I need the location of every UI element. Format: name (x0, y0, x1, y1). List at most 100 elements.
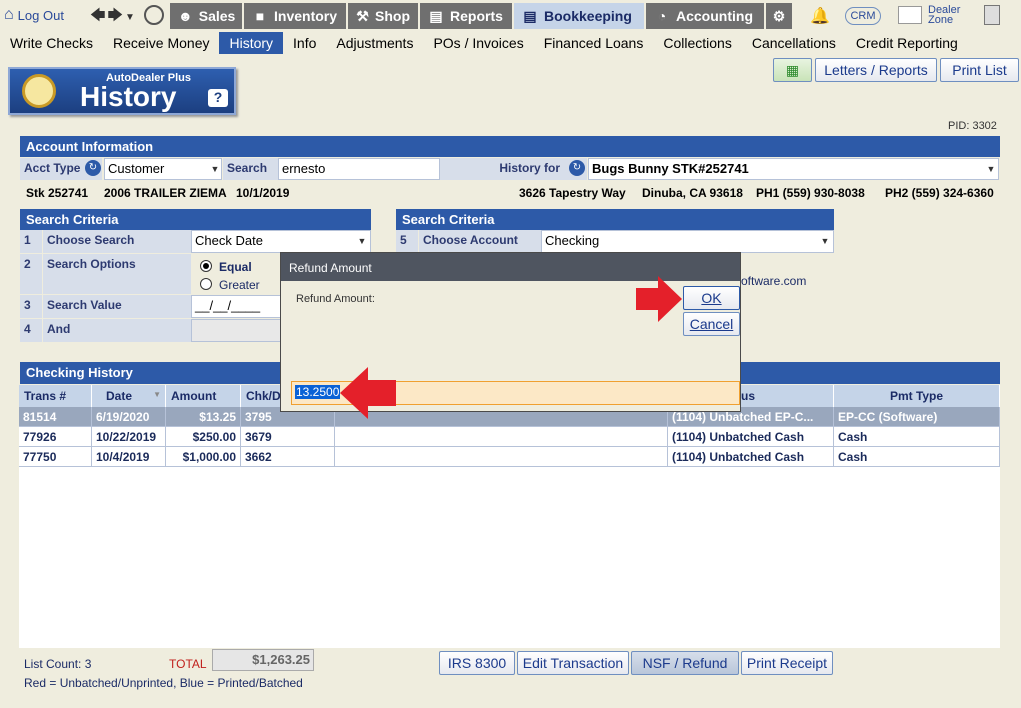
search-criteria-left-header: Search Criteria (20, 209, 371, 230)
trans-cell: 81514 (19, 407, 92, 427)
tab-bookkeeping[interactable]: ▤ Bookkeeping (514, 3, 644, 29)
pid-label: PID: 3302 (948, 120, 997, 132)
menu-write-checks[interactable]: Write Checks (0, 32, 103, 54)
pie-chart-icon: ◔ (657, 8, 667, 24)
legend-text: Red = Unbatched/Unprinted, Blue = Printe… (24, 676, 303, 690)
crm-button[interactable]: CRM (845, 7, 881, 25)
acct-type-select[interactable]: Customer (104, 158, 222, 180)
col-pmt-type[interactable]: Pmt Type (834, 385, 1000, 407)
criteria-number: 4 (20, 319, 42, 342)
nsf-refund-button[interactable]: NSF / Refund (631, 651, 739, 675)
table-row[interactable]: 77750 10/4/2019 $1,000.00 3662 (1104) Un… (19, 447, 1000, 467)
dropdown-arrow-icon[interactable]: ▼ (125, 12, 137, 23)
greater-radio[interactable] (200, 278, 212, 290)
tab-sales[interactable]: ☻ Sales (170, 3, 242, 29)
blank-cell (335, 447, 668, 467)
help-icon[interactable]: ? (208, 89, 228, 107)
choose-search-label: Choose Search (43, 230, 191, 253)
red-arrow-pointer-input (340, 367, 398, 419)
choose-search-select[interactable]: Check Date (191, 230, 371, 253)
gear-icon: ⚙ (772, 8, 786, 24)
user-face-icon[interactable] (144, 5, 164, 25)
search-input[interactable]: ernesto (278, 158, 440, 180)
menu-receive-money[interactable]: Receive Money (103, 32, 220, 54)
settings-tab[interactable]: ⚙ (766, 3, 792, 29)
history-for-label: History for (440, 158, 587, 180)
choose-account-select[interactable]: Checking (541, 230, 834, 253)
book-icon: ▤ (523, 8, 537, 24)
top-nav-bar: ⌂ Log Out 🡄🡆▼ ☻ Sales ■ Inventory ⚒ Shop ▤ R… (0, 0, 1021, 32)
back-arrow-icon[interactable]: 🡄 (90, 7, 108, 24)
letters-reports-button[interactable]: Letters / Reports (815, 58, 937, 82)
date-cell: 10/22/2019 (92, 427, 166, 447)
tab-inventory[interactable]: ■ Inventory (244, 3, 346, 29)
nav-arrows[interactable]: 🡄🡆▼ (90, 5, 137, 30)
tab-reports[interactable]: ▤ Reports (420, 3, 512, 29)
address: 3626 Tapestry Way (519, 186, 626, 200)
salesman-icon: ☻ (178, 8, 193, 24)
chevron-down-icon[interactable]: ▼ (355, 231, 369, 251)
refund-amount-value: 13.2500 (295, 385, 341, 399)
irs-8300-button[interactable]: IRS 8300 (439, 651, 515, 675)
home-icon: ⌂ (4, 6, 14, 23)
red-arrow-pointer-ok (636, 276, 682, 322)
print-receipt-button[interactable]: Print Receipt (741, 651, 833, 675)
greater-option-label: Greater (219, 278, 260, 292)
table-row[interactable]: 77926 10/22/2019 $250.00 3679 (1104) Unb… (19, 427, 1000, 447)
choose-account-label: Choose Account (419, 230, 541, 253)
equal-radio[interactable] (200, 260, 212, 272)
dealer-zone-link[interactable]: Dealer Zone (928, 5, 960, 26)
ok-button[interactable]: OK (683, 286, 740, 310)
refresh-icon[interactable]: ↻ (569, 160, 585, 176)
and-value-input[interactable] (191, 319, 281, 342)
menu-collections[interactable]: Collections (653, 32, 741, 54)
search-label: Search (223, 158, 278, 180)
menu-pos-invoices[interactable]: POs / Invoices (423, 32, 533, 54)
history-for-select[interactable]: Bugs Bunny STK#252741 (588, 158, 999, 180)
col-trans[interactable]: Trans # (19, 385, 92, 407)
city-state-zip: Dinuba, CA 93618 (642, 186, 743, 200)
stock-number: Stk 252741 (26, 186, 89, 200)
menu-financed-loans[interactable]: Financed Loans (534, 32, 654, 54)
menu-history[interactable]: History (219, 32, 284, 54)
menu-credit-reporting[interactable]: Credit Reporting (846, 32, 968, 54)
export-excel-button[interactable]: ▦ (773, 58, 812, 82)
refresh-icon[interactable]: ↻ (85, 160, 101, 176)
col-date[interactable]: Date ▼ (92, 385, 166, 407)
chevron-down-icon[interactable]: ▼ (984, 159, 998, 179)
search-value-input[interactable]: __/__/____ (191, 295, 281, 318)
chk-cell: 3679 (241, 427, 335, 447)
chevron-down-icon[interactable]: ▼ (818, 231, 832, 251)
pmt-type-cell: Cash (834, 427, 1000, 447)
menu-adjustments[interactable]: Adjustments (326, 32, 423, 54)
edit-transaction-button[interactable]: Edit Transaction (517, 651, 629, 675)
forward-arrow-icon[interactable]: 🡆 (108, 7, 126, 24)
amount-cell: $250.00 (166, 427, 241, 447)
page-title: History (80, 81, 177, 112)
trans-cell: 77926 (19, 427, 92, 447)
cancel-button[interactable]: Cancel (683, 312, 740, 336)
dealer-zone-icon[interactable] (898, 6, 922, 24)
pmt-type-cell: Cash (834, 447, 1000, 467)
date-cell: 6/19/2020 (92, 407, 166, 427)
list-count: List Count: 3 (24, 657, 92, 671)
menu-cancellations[interactable]: Cancellations (742, 32, 846, 54)
total-label: TOTAL (169, 657, 207, 671)
status-cell: (1104) Unbatched Cash (668, 447, 834, 467)
print-list-button[interactable]: Print List (940, 58, 1019, 82)
bell-icon[interactable]: 🔔 (810, 6, 830, 26)
chevron-down-icon[interactable]: ▼ (208, 159, 222, 179)
tab-accounting[interactable]: ◔ Accounting (646, 3, 764, 29)
phone-2: PH2 (559) 324-6360 (885, 186, 994, 200)
criteria-number: 3 (20, 295, 42, 318)
calculator-icon[interactable] (984, 5, 1000, 25)
account-info-header: Account Information (20, 136, 1000, 157)
tab-shop[interactable]: ⚒ Shop (348, 3, 418, 29)
col-amount[interactable]: Amount (166, 385, 241, 407)
menu-info[interactable]: Info (283, 32, 326, 54)
logout-link[interactable]: ⌂ Log Out (4, 6, 64, 24)
blank-cell (335, 427, 668, 447)
refund-amount-label: Refund Amount: (296, 293, 375, 305)
sale-date: 10/1/2019 (236, 186, 290, 200)
search-criteria-right-header: Search Criteria (396, 209, 834, 230)
